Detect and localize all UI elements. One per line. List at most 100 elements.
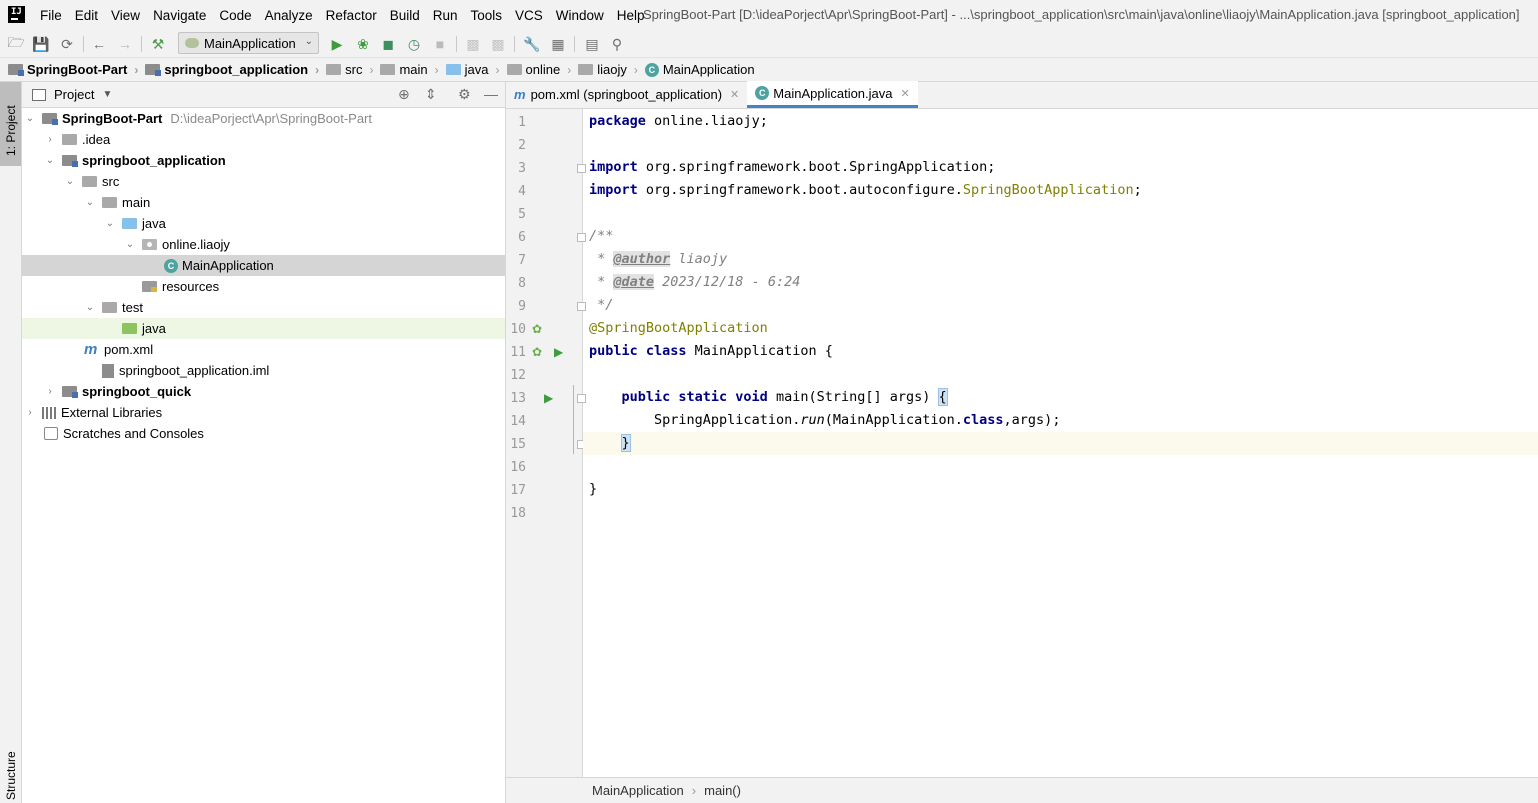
tree-node-springboot-quick[interactable]: › springboot_quick [22,381,505,402]
tree-node-package[interactable]: ⌄ online.liaojy [22,234,505,255]
tab-mainapplication-java[interactable]: C MainApplication.java ✕ [747,81,918,108]
build-hammer-icon[interactable]: ⚒ [149,35,167,53]
terminal-icon[interactable]: ▤ [583,35,601,53]
chevron-down-icon[interactable]: ⌄ [84,302,96,313]
code-editor[interactable]: package online.liaojy; import org.spring… [583,109,1538,777]
project-view-select[interactable]: Project [54,87,94,102]
code-line: /** [589,228,614,244]
nav-crumb-class[interactable]: C MainApplication [644,62,755,77]
run-gutter-icon[interactable]: ▶ [554,345,563,359]
menu-file[interactable]: File [40,8,62,23]
minimize-icon[interactable]: — [484,86,498,102]
module-folder-icon [62,155,78,167]
tree-node-pom[interactable]: m pom.xml [22,339,505,360]
menu-vcs[interactable]: VCS [515,8,543,23]
project-tool-tab[interactable]: 1: Project [0,82,21,166]
menu-code[interactable]: Code [219,8,251,23]
structure-tool-tab[interactable]: Structure [4,751,18,800]
forward-arrow-icon[interactable]: → [116,35,134,53]
back-arrow-icon[interactable]: ← [90,35,108,53]
settings-wrench-icon[interactable]: 🔧 [523,35,541,53]
menu-analyze[interactable]: Analyze [265,8,313,23]
code-line: public static void main(String[] args) { [621,388,948,406]
project-structure-icon[interactable]: ▦ [549,35,567,53]
tree-node-external-libraries[interactable]: › External Libraries [22,402,505,423]
tree-node-test[interactable]: ⌄ test [22,297,505,318]
maven-icon: m [84,341,98,358]
nav-crumb-java[interactable]: java › [445,62,507,77]
breadcrumb-class[interactable]: MainApplication [592,783,684,798]
chevron-down-icon[interactable]: ▼ [102,89,112,100]
tree-node-module[interactable]: ⌄ springboot_application [22,150,505,171]
tree-node-root[interactable]: ⌄ SpringBoot-Part D:\ideaPorject\Apr\Sprin… [22,108,505,129]
line-number: 7 [518,253,526,268]
line-number: 12 [510,368,526,383]
close-icon[interactable]: ✕ [901,87,910,100]
tree-node-test-java[interactable]: java [22,318,505,339]
menu-navigate[interactable]: Navigate [153,8,206,23]
chevron-down-icon[interactable]: ⌄ [124,239,136,250]
nav-crumb-module[interactable]: springboot_application › [145,62,326,77]
nav-crumb-online[interactable]: online › [506,62,579,77]
folder-icon [102,197,117,208]
collapse-all-icon[interactable]: ⇕ [425,86,437,103]
stop-icon[interactable]: ■ [431,35,449,53]
chevron-down-icon[interactable]: ⌄ [24,113,36,124]
tree-node-src[interactable]: ⌄ src [22,171,505,192]
search-icon[interactable]: ⚲ [608,35,626,53]
tab-pom-xml[interactable]: m pom.xml (springboot_application) ✕ [506,81,747,108]
line-number: 10 [510,322,526,337]
debug-bug-icon[interactable]: ❀ [354,35,372,53]
menu-edit[interactable]: Edit [75,8,98,23]
tree-node-java[interactable]: ⌄ java [22,213,505,234]
line-number: 14 [510,414,526,429]
module-folder-icon [42,113,58,125]
nav-crumb-liaojy[interactable]: liaojy › [578,62,645,77]
vcs-commit-icon[interactable]: ▩ [489,35,507,53]
nav-crumb-project[interactable]: SpringBoot-Part › [8,62,145,77]
synchronize-icon[interactable]: ⟳ [58,35,76,53]
run-icon[interactable]: ▶ [328,35,346,53]
chevron-down-icon[interactable]: ⌄ [44,155,56,166]
tree-node-main[interactable]: ⌄ main [22,192,505,213]
code-line-current: } [583,432,1538,455]
menu-run[interactable]: Run [433,8,458,23]
line-number: 3 [518,161,526,176]
run-configuration-select[interactable]: MainApplication ⌄ [178,32,319,54]
tree-node-iml[interactable]: springboot_application.iml [22,360,505,381]
open-folder-icon[interactable]: 🗁 [7,34,25,53]
line-number: 18 [510,506,526,521]
package-icon [578,64,594,75]
chevron-down-icon[interactable]: ⌄ [64,176,76,187]
menu-refactor[interactable]: Refactor [326,8,377,23]
nav-crumb-src[interactable]: src › [326,62,380,77]
run-with-coverage-icon[interactable]: ◼ [379,35,397,53]
chevron-down-icon[interactable]: ⌄ [104,218,116,229]
chevron-right-icon[interactable]: › [24,407,36,418]
profile-icon[interactable]: ◷ [405,35,423,53]
menu-tools[interactable]: Tools [471,8,503,23]
code-line: * @author liaojy [589,251,728,267]
tree-node-idea[interactable]: › .idea [22,129,505,150]
tree-node-mainapplication[interactable]: C MainApplication [22,255,505,276]
gear-icon[interactable]: ⚙ [458,86,471,103]
nav-crumb-main[interactable]: main › [380,62,445,77]
chevron-down-icon: ⌄ [304,36,313,47]
locate-target-icon[interactable]: ⊕ [398,86,410,103]
tree-node-resources[interactable]: resources [22,276,505,297]
menu-window[interactable]: Window [556,8,604,23]
tree-node-scratches[interactable]: Scratches and Consoles [22,423,505,444]
save-all-icon[interactable]: 💾 [32,35,50,53]
vcs-update-icon[interactable]: ▩ [464,35,482,53]
breadcrumb-method[interactable]: main() [704,783,741,798]
run-gutter-icon[interactable]: ▶ [544,391,553,405]
menu-view[interactable]: View [111,8,140,23]
spring-bean-icon[interactable]: ✿ [532,322,542,336]
close-icon[interactable]: ✕ [730,88,739,101]
chevron-down-icon[interactable]: ⌄ [84,197,96,208]
spring-bean-icon[interactable]: ✿ [532,345,542,359]
chevron-right-icon[interactable]: › [44,386,56,397]
menu-build[interactable]: Build [390,8,420,23]
menu-help[interactable]: Help [617,8,645,23]
chevron-right-icon[interactable]: › [44,134,56,145]
